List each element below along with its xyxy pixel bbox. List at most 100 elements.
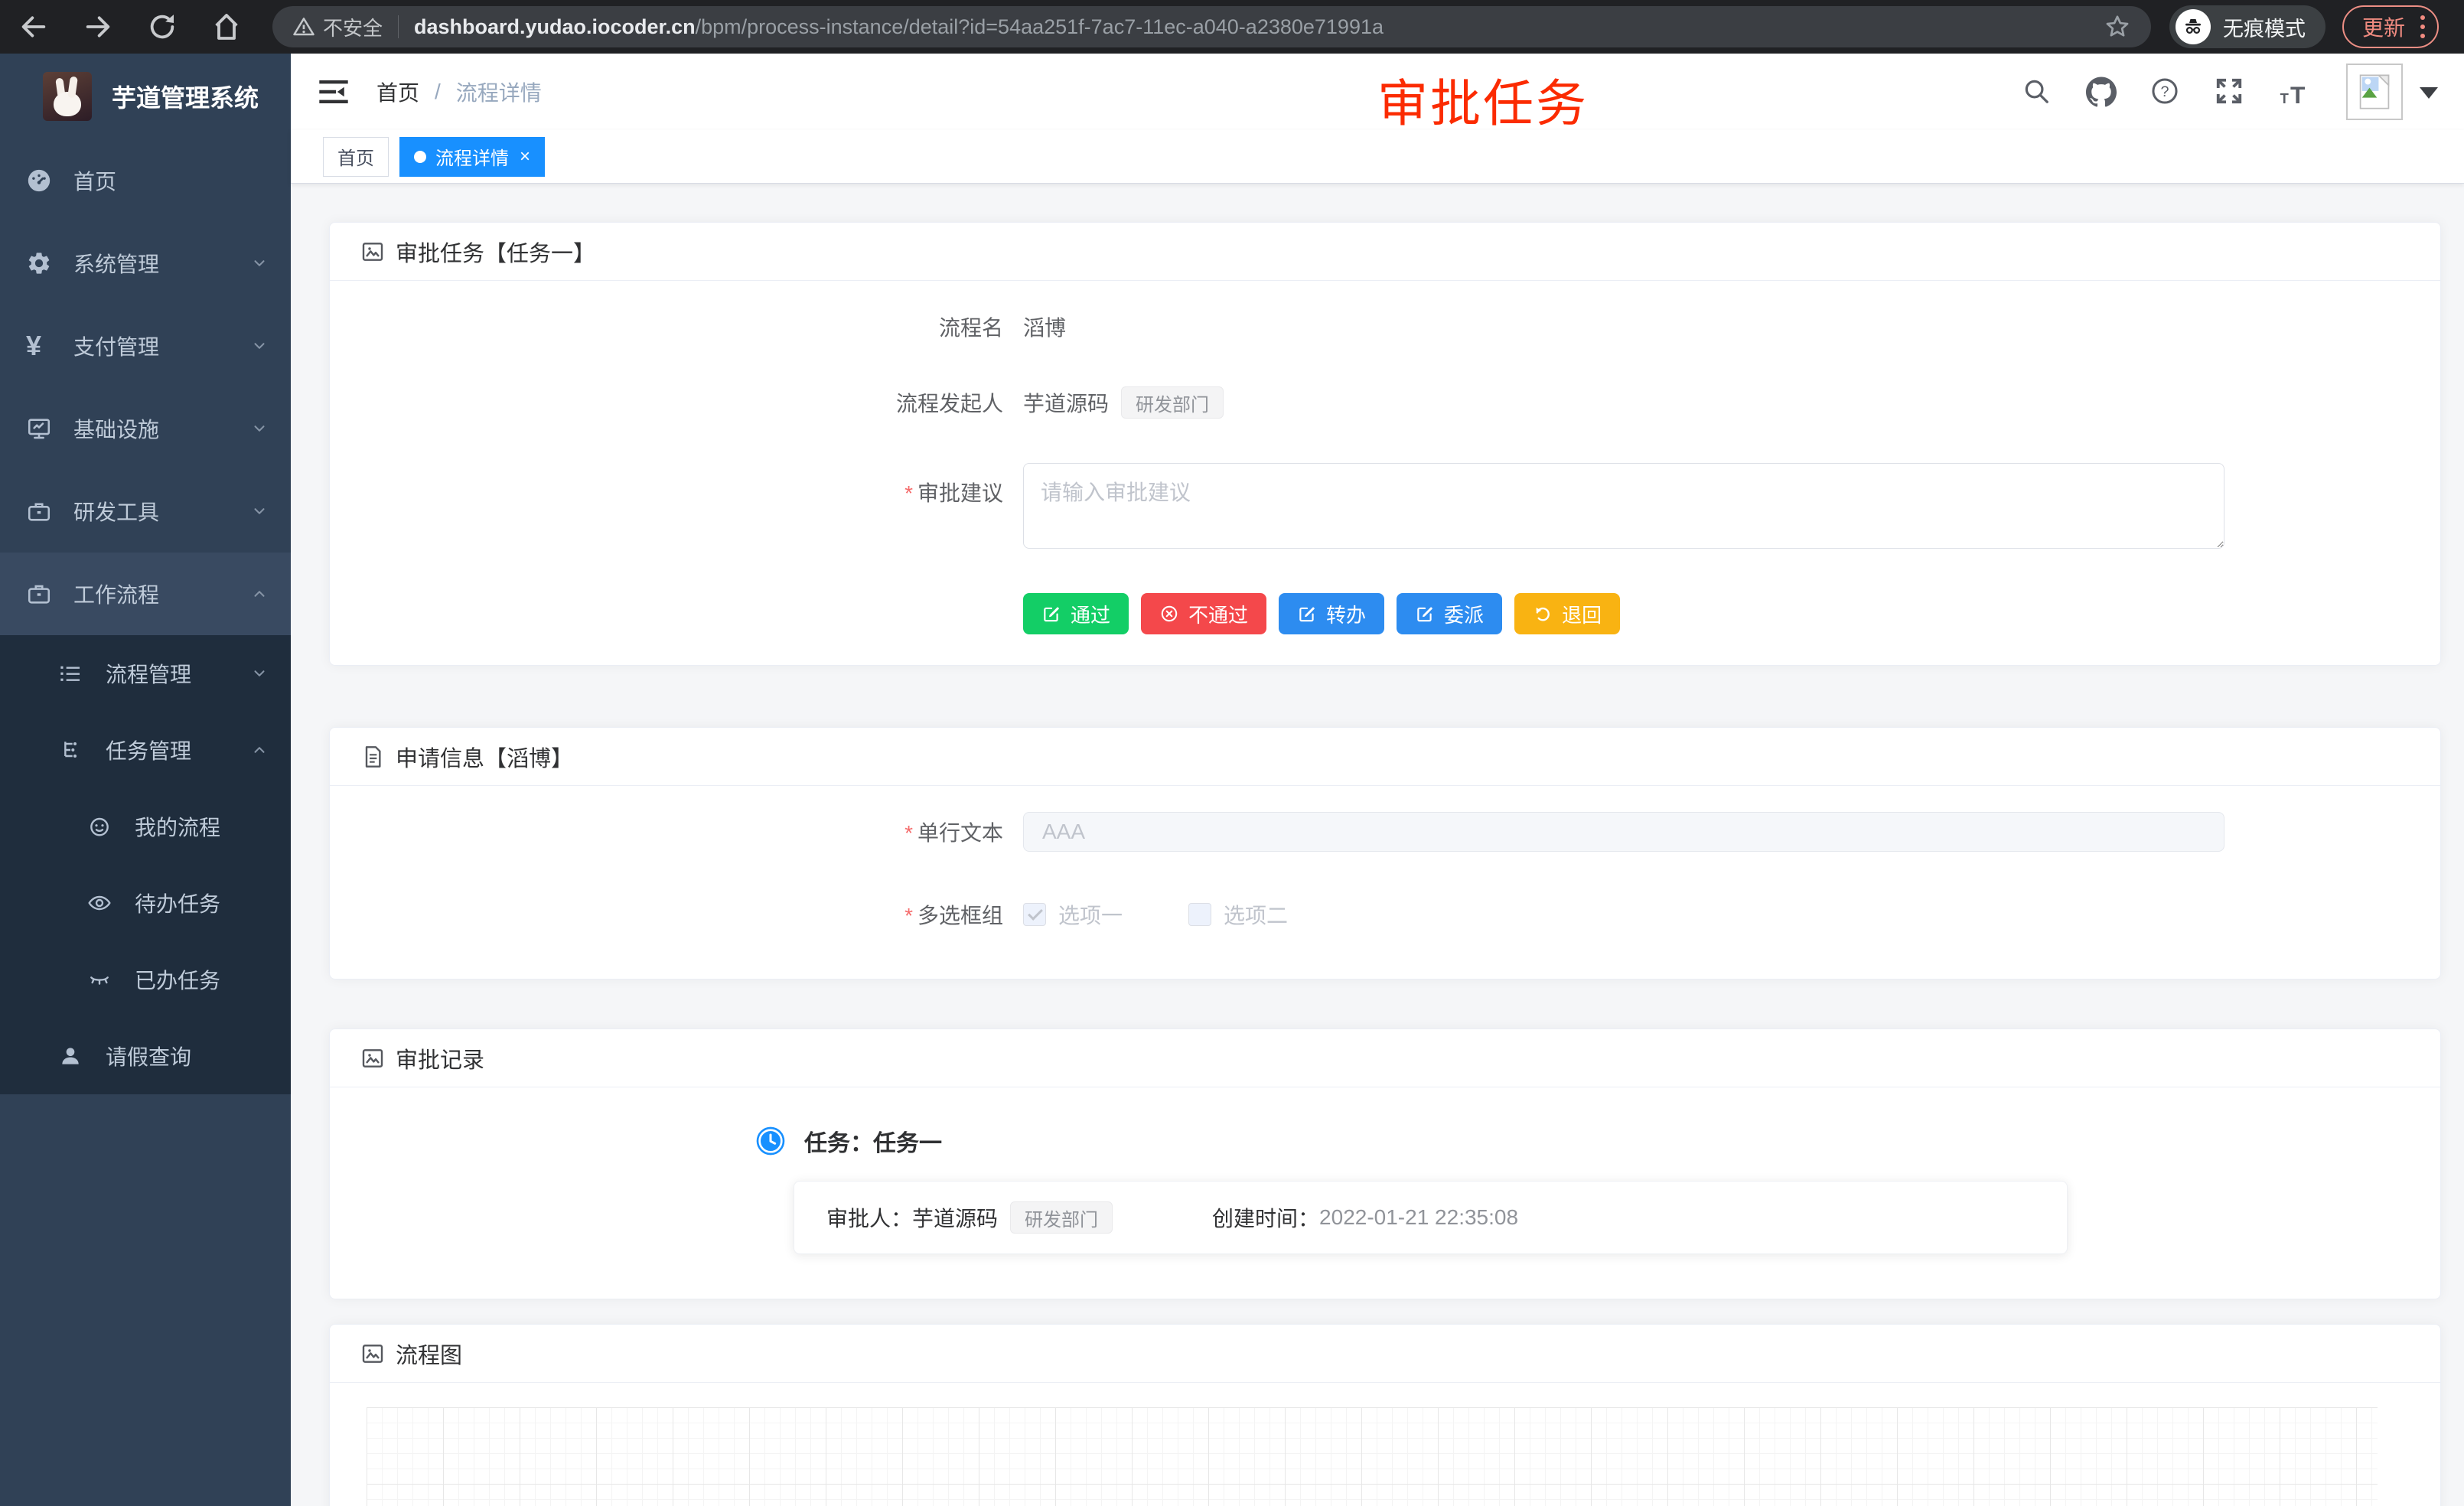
security-warning[interactable]: 不安全 <box>292 13 383 41</box>
refresh-left-icon <box>1533 604 1553 624</box>
reload-icon <box>147 11 178 42</box>
fullscreen-button[interactable] <box>2215 77 2245 107</box>
hamburger-fold-icon <box>317 75 350 109</box>
svg-text:T: T <box>2290 81 2305 107</box>
document-icon <box>360 745 385 769</box>
chevron-up-icon <box>251 585 268 602</box>
app-logo[interactable]: 芋道管理系统 <box>0 54 291 139</box>
approval-task-card-header: 审批任务【任务一】 <box>330 223 2440 281</box>
picture-icon <box>360 1046 385 1071</box>
svg-text:T: T <box>2280 90 2289 106</box>
annotation-overlay: 审批任务 <box>1377 63 1589 136</box>
chevron-down-icon <box>251 337 268 354</box>
sidebar-item-done-tasks[interactable]: 已办任务 <box>0 941 291 1018</box>
comment-label: *审批建议 <box>360 477 1003 507</box>
process-name-label: 流程名 <box>360 311 1003 342</box>
gear-icon <box>26 250 73 276</box>
approver-label: 审批人： <box>826 1202 912 1233</box>
reject-button[interactable]: 不通过 <box>1141 593 1266 634</box>
browser-chrome: 不安全 dashboard.yudao.iocoder.cn/bpm/proce… <box>0 0 2464 54</box>
delegate-button[interactable]: 委派 <box>1397 593 1502 634</box>
breadcrumb-home[interactable]: 首页 <box>376 77 419 107</box>
update-button[interactable]: 更新 <box>2342 5 2439 48</box>
back-button[interactable] <box>15 8 52 45</box>
search-icon <box>2022 77 2051 106</box>
list-icon <box>58 661 106 686</box>
record-panel: 审批人： 芋道源码 研发部门 创建时间： 2022-01-21 22:35:08 <box>794 1181 2068 1254</box>
font-size-icon: TT <box>2279 77 2309 107</box>
initiator-name: 芋道源码 <box>1023 387 1109 418</box>
apply-info-card: 申请信息【滔博】 *单行文本 AAA *多选框组 <box>329 727 2441 980</box>
sidebar-item-workflow[interactable]: 工作流程 <box>0 553 291 635</box>
created-time: 2022-01-21 22:35:08 <box>1319 1205 1518 1230</box>
github-icon <box>2086 77 2117 107</box>
chevron-down-icon <box>251 503 268 520</box>
approver-dept-tag: 研发部门 <box>1010 1201 1113 1234</box>
search-button[interactable] <box>2022 77 2052 107</box>
forward-arrow-icon <box>83 11 113 42</box>
incognito-label: 无痕模式 <box>2223 12 2306 42</box>
sidebar-item-my-process[interactable]: 我的流程 <box>0 788 291 865</box>
page-url: dashboard.yudao.iocoder.cn/bpm/process-i… <box>414 15 1384 39</box>
chevron-down-icon <box>251 665 268 682</box>
font-size-button[interactable]: TT <box>2279 77 2309 107</box>
task-title: 任务：任务一 <box>804 1124 942 1158</box>
home-button[interactable] <box>208 8 245 45</box>
navbar: 首页 / 流程详情 审批任务 ? TT <box>291 54 2464 130</box>
edit-icon <box>1041 604 1061 624</box>
checkbox-group-label: *多选框组 <box>360 899 1003 930</box>
comment-textarea[interactable] <box>1023 463 2224 549</box>
sidebar-item-leave-query[interactable]: 请假查询 <box>0 1018 291 1094</box>
close-icon[interactable]: × <box>520 148 530 166</box>
checkbox-unchecked-icon <box>1188 903 1211 926</box>
tab-home[interactable]: 首页 <box>323 137 389 177</box>
timeline-item: 任务：任务一 <box>755 1124 2410 1158</box>
approval-task-card: 审批任务【任务一】 流程名 滔博 流程发起人 芋道源码 研发部门 <box>329 222 2441 666</box>
url-bar[interactable]: 不安全 dashboard.yudao.iocoder.cn/bpm/proce… <box>272 6 2151 47</box>
return-button[interactable]: 退回 <box>1514 593 1620 634</box>
avatar[interactable] <box>2346 64 2403 120</box>
fold-sidebar-button[interactable] <box>317 75 350 109</box>
sidebar-item-payment-mgmt[interactable]: ¥ 支付管理 <box>0 305 291 387</box>
initiator-dept-tag: 研发部门 <box>1121 386 1224 419</box>
help-button[interactable]: ? <box>2150 77 2181 107</box>
approval-records-card: 审批记录 任务：任务一 审批人： 芋道源码 研发部门 创建时间： 2022-01… <box>329 1028 2441 1299</box>
logo-image <box>43 72 92 121</box>
github-button[interactable] <box>2086 77 2117 107</box>
sidebar-item-todo-tasks[interactable]: 待办任务 <box>0 865 291 941</box>
monitor-icon <box>26 416 73 442</box>
home-icon <box>211 11 242 42</box>
sidebar-item-dev-tools[interactable]: 研发工具 <box>0 470 291 553</box>
broken-image-icon <box>2355 72 2394 112</box>
checkbox-group: 选项一 选项二 <box>1023 899 1354 930</box>
sidebar-item-task-mgmt[interactable]: 任务管理 <box>0 712 291 788</box>
forward-button[interactable] <box>80 8 116 45</box>
card-title: 申请信息【滔博】 <box>396 741 573 773</box>
single-line-text-input: AAA <box>1023 812 2224 852</box>
bookmark-star-icon[interactable] <box>2104 13 2131 41</box>
sidebar-item-process-mgmt[interactable]: 流程管理 <box>0 635 291 712</box>
incognito-icon <box>2176 9 2211 44</box>
bpmn-diagram-canvas[interactable] <box>367 1407 2378 1506</box>
tab-process-detail[interactable]: 流程详情 × <box>399 137 545 177</box>
picture-icon <box>360 240 385 264</box>
face-icon <box>87 814 135 839</box>
checkbox-checked-icon <box>1023 903 1046 926</box>
page-content: 审批任务【任务一】 流程名 滔博 流程发起人 芋道源码 研发部门 <box>291 184 2464 1506</box>
browser-menu-icon[interactable] <box>2420 15 2425 38</box>
breadcrumb-current: 流程详情 <box>456 77 542 107</box>
sidebar-item-infrastructure[interactable]: 基础设施 <box>0 387 291 470</box>
reload-button[interactable] <box>144 8 181 45</box>
active-tab-dot <box>414 151 426 163</box>
required-asterisk: * <box>904 821 913 845</box>
approve-button[interactable]: 通过 <box>1023 593 1129 634</box>
sidebar-item-system-mgmt[interactable]: 系统管理 <box>0 222 291 305</box>
avatar-dropdown-caret[interactable] <box>2420 87 2438 108</box>
eye-closed-icon <box>87 967 135 992</box>
edit-icon <box>1297 604 1317 624</box>
text-field-label: *单行文本 <box>360 817 1003 847</box>
transfer-button[interactable]: 转办 <box>1279 593 1384 634</box>
tags-view: 首页 流程详情 × <box>291 130 2464 184</box>
sidebar-item-home[interactable]: 首页 <box>0 139 291 222</box>
process-name-value: 滔博 <box>1023 311 1066 342</box>
